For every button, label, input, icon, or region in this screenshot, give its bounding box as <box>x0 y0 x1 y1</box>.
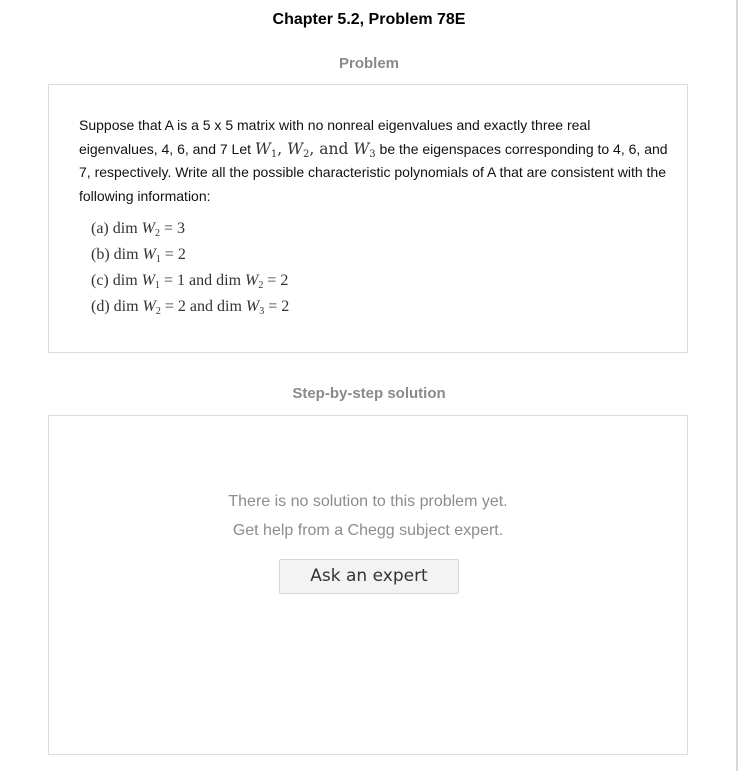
part-label: (a) <box>91 220 109 237</box>
part-value: = 3 <box>163 220 186 237</box>
part-value-2: = 2 <box>267 272 289 289</box>
part-sub-2: 3 <box>259 306 265 317</box>
part-value: = 1 <box>163 272 186 289</box>
part-sub: 1 <box>155 254 161 265</box>
part-and-dim: and dim <box>189 272 242 289</box>
math-W2: W <box>287 139 304 158</box>
part-label: (d) <box>91 298 110 315</box>
problem-heading: Problem <box>338 55 399 72</box>
solution-box: There is no solution to this problem yet… <box>48 415 688 755</box>
part-sub-2: 2 <box>258 280 264 291</box>
ask-expert-button[interactable]: Ask an expert <box>279 559 459 594</box>
part-a: (a) dim W2 = 3 <box>91 216 289 242</box>
part-dim: dim <box>113 246 139 263</box>
math-W1: W <box>254 139 271 158</box>
part-sub: 2 <box>155 306 161 317</box>
no-solution-message: There is no solution to this problem yet… <box>228 493 508 510</box>
part-var-2: W <box>245 272 259 289</box>
part-c: (c) dim W1 = 1 and dim W2 = 2 <box>91 268 289 294</box>
solution-heading: Step-by-step solution <box>292 385 446 402</box>
math-sub-1: 1 <box>270 148 278 160</box>
part-value: = 2 <box>164 246 186 263</box>
math-sub-2: 2 <box>303 148 310 160</box>
part-dim: dim <box>112 220 138 237</box>
math-W3: W <box>353 139 370 158</box>
part-d: (d) dim W2 = 2 and dim W3 = 2 <box>91 294 289 320</box>
part-sub: 2 <box>154 228 160 239</box>
problem-statement: Suppose that A is a 5 x 5 matrix with no… <box>79 114 669 208</box>
part-value-2: = 2 <box>268 298 290 315</box>
part-sub: 1 <box>154 280 160 291</box>
part-var: W <box>142 246 156 263</box>
page-title: Chapter 5.2, Problem 78E <box>272 11 466 28</box>
part-dim: dim <box>112 272 138 289</box>
math-and: and <box>319 139 349 158</box>
problem-box: Suppose that A is a 5 x 5 matrix with no… <box>48 84 688 353</box>
part-and-dim: and dim <box>189 298 242 315</box>
part-label: (b) <box>91 246 110 263</box>
part-var: W <box>142 298 156 315</box>
part-var-2: W <box>245 298 260 315</box>
part-var: W <box>141 220 155 237</box>
part-b: (b) dim W1 = 2 <box>91 242 289 268</box>
part-dim: dim <box>113 298 139 315</box>
part-value: = 2 <box>164 298 186 315</box>
part-var: W <box>141 272 155 289</box>
expert-help-message: Get help from a Chegg subject expert. <box>232 522 504 539</box>
problem-parts-list: (a) dim W2 = 3 (b) dim W1 = 2 (c) dim W1… <box>91 216 289 320</box>
eigenspace-symbols: W1, W2, and W3 <box>254 139 376 160</box>
part-label: (c) <box>91 272 109 289</box>
